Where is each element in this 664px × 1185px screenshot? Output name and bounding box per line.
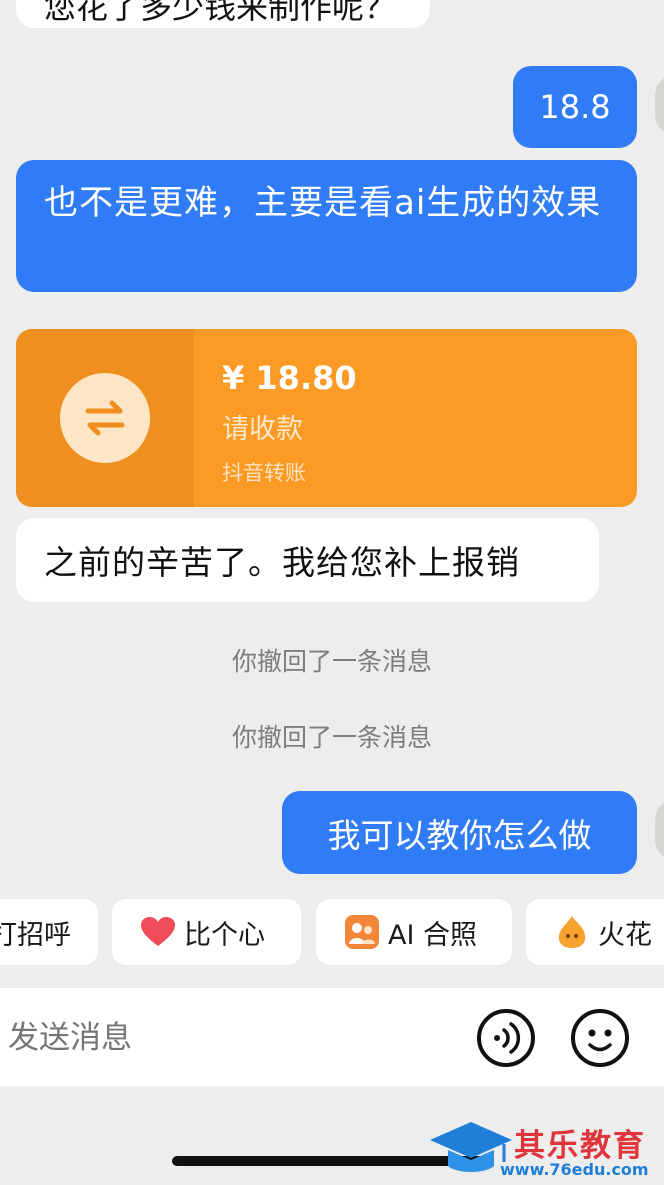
recall-notice: 你撤回了一条消息 (231, 647, 432, 676)
message-text: 也不是更难，主要是看ai生成的效果 (44, 183, 602, 223)
transfer-source: 抖音转账 (222, 461, 306, 485)
message-text: 18.8 (539, 88, 611, 126)
spark-icon (554, 914, 590, 950)
transfer-amount: ¥ 18.80 (222, 359, 357, 397)
message-text: 我可以教你怎么做 (327, 815, 592, 855)
voice-icon[interactable] (476, 1008, 536, 1068)
message-input[interactable] (6, 1004, 450, 1072)
quick-action-greet[interactable]: 打招呼 (0, 899, 98, 965)
watermark-url: www.76edu.com (500, 1160, 649, 1179)
chip-label: 打招呼 (0, 919, 71, 951)
recall-notice: 你撤回了一条消息 (231, 723, 432, 752)
emoji-icon[interactable] (570, 1008, 630, 1068)
message-bubble-incoming[interactable]: 之前的辛苦了。我给您补上报销 (16, 518, 599, 602)
heart-icon (140, 916, 176, 948)
message-text: 之前的辛苦了。我给您补上报销 (44, 543, 520, 582)
message-bubble-incoming[interactable]: 您花了多少钱来制作呢？ (16, 0, 430, 28)
ai-photo-icon (344, 914, 380, 950)
avatar[interactable] (655, 75, 664, 135)
chip-label: AI 合照 (388, 919, 478, 951)
chip-label: 火花 (598, 919, 652, 951)
quick-action-spark[interactable]: 火花 (526, 899, 664, 965)
quick-action-ai-photo[interactable]: AI 合照 (316, 899, 512, 965)
message-text: 您花了多少钱来制作呢？ (44, 0, 397, 26)
chip-label: 比个心 (184, 919, 265, 951)
avatar[interactable] (655, 800, 664, 860)
transfer-card[interactable]: ¥ 18.80 请收款 抖音转账 (16, 329, 637, 507)
watermark-name: 其乐教育 (514, 1128, 646, 1164)
transfer-icon (60, 373, 150, 463)
message-bubble-outgoing[interactable]: 也不是更难，主要是看ai生成的效果 (16, 160, 637, 292)
transfer-status: 请收款 (222, 414, 303, 445)
quick-action-heart[interactable]: 比个心 (112, 899, 301, 965)
message-bubble-outgoing[interactable]: 18.8 (513, 66, 637, 148)
message-bubble-outgoing[interactable]: 我可以教你怎么做 (282, 791, 637, 874)
